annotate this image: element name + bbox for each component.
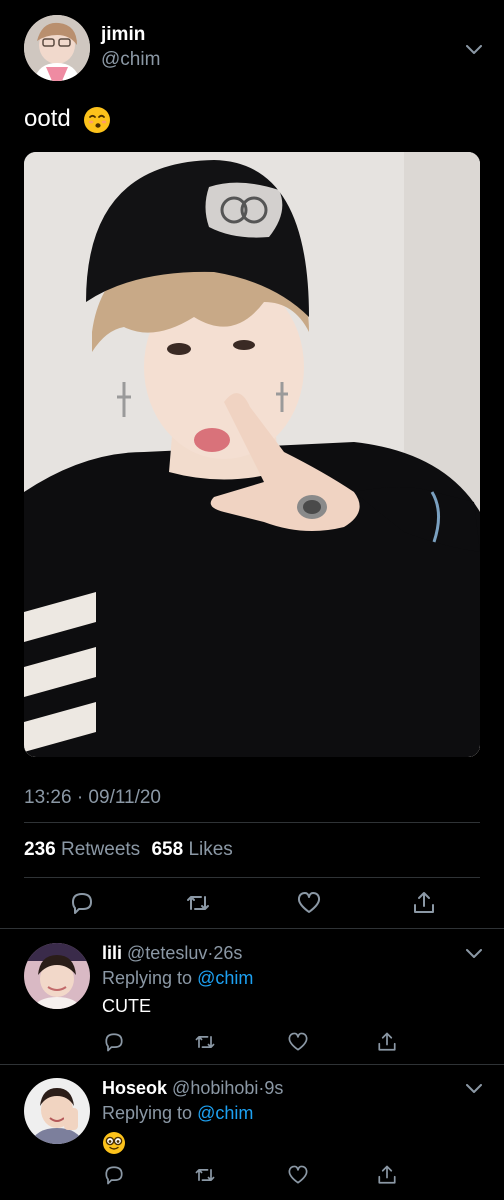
chevron-down-icon[interactable] (466, 1084, 482, 1094)
face-with-glasses-emoji-icon (103, 1132, 125, 1154)
tweet-header: jimin @chim (24, 15, 484, 81)
reply-author-name[interactable]: Hoseok (102, 1078, 167, 1098)
divider (0, 928, 504, 929)
reply-icon[interactable] (68, 889, 96, 917)
reply-item[interactable]: Hoseok @hobihobi·9s Replying to @chim (24, 1078, 484, 1168)
divider (24, 822, 480, 823)
divider (0, 1064, 504, 1065)
reply-text: CUTE (102, 996, 151, 1016)
reply-text (102, 1131, 126, 1155)
heart-icon[interactable] (286, 1163, 310, 1187)
tweet-text: ootd (24, 105, 111, 134)
author-name[interactable]: jimin (101, 24, 145, 46)
reply-action-bar (0, 1030, 504, 1056)
mention-link[interactable]: @chim (197, 1103, 253, 1123)
heart-icon[interactable] (295, 889, 323, 917)
chevron-down-icon[interactable] (466, 45, 482, 55)
tweet-action-bar (0, 889, 504, 919)
reply-header: Hoseok @hobihobi·9s (102, 1078, 283, 1099)
mention-link[interactable]: @chim (197, 968, 253, 988)
retweet-icon[interactable] (184, 889, 212, 917)
reply-author-handle[interactable]: @hobihobi (172, 1078, 258, 1098)
reply-time: 26s (213, 943, 243, 963)
kissing-face-emoji-icon (84, 106, 111, 133)
avatar[interactable] (24, 943, 90, 1009)
author-handle[interactable]: @chim (101, 49, 160, 71)
tweet-timestamp: 13:26 · 09/11/20 (24, 787, 161, 808)
reply-icon[interactable] (102, 1163, 126, 1187)
likes-label[interactable]: Likes (188, 839, 232, 860)
replying-to: Replying to @chim (102, 968, 253, 989)
retweets-label[interactable]: Retweets (61, 839, 140, 860)
heart-icon[interactable] (286, 1030, 310, 1054)
retweet-icon[interactable] (193, 1163, 217, 1187)
reply-time: 9s (264, 1078, 284, 1098)
tweet-text-content: ootd (24, 105, 71, 132)
share-icon[interactable] (375, 1163, 399, 1187)
tweet-photo[interactable] (24, 152, 480, 757)
retweet-icon[interactable] (193, 1030, 217, 1054)
divider (24, 877, 480, 878)
reply-header: lili @tetesluv·26s (102, 943, 242, 964)
avatar[interactable] (24, 15, 90, 81)
replying-to-label: Replying to (102, 1103, 193, 1123)
share-icon[interactable] (410, 889, 438, 917)
replying-to: Replying to @chim (102, 1103, 253, 1124)
reply-author-handle[interactable]: @tetesluv (127, 943, 207, 963)
reply-author-name[interactable]: lili (102, 943, 122, 963)
retweets-count[interactable]: 236 (24, 839, 56, 860)
avatar[interactable] (24, 1078, 90, 1144)
share-icon[interactable] (375, 1030, 399, 1054)
reply-action-bar (0, 1163, 504, 1189)
replying-to-label: Replying to (102, 968, 193, 988)
chevron-down-icon[interactable] (466, 949, 482, 959)
likes-count[interactable]: 658 (151, 839, 183, 860)
tweet-stats: 236 Retweets 658 Likes (24, 839, 233, 861)
reply-icon[interactable] (102, 1030, 126, 1054)
